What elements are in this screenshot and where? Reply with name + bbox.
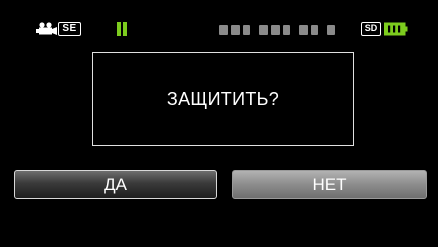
mode-badge: SE [58, 22, 81, 36]
no-button-label: НЕТ [312, 174, 347, 194]
camera-screen: SE SD ЗАЩИТИТЬ? ДА НЕТ [0, 0, 438, 247]
masked-timecode [219, 23, 352, 36]
battery-icon [384, 22, 408, 36]
no-button[interactable]: НЕТ [232, 170, 427, 199]
yes-button-label: ДА [104, 174, 127, 194]
dialog-message: ЗАЩИТИТЬ? [166, 88, 280, 109]
pause-icon [116, 22, 128, 36]
sd-card-badge: SD [361, 22, 381, 36]
status-bar: SE SD [0, 0, 438, 44]
confirm-dialog: ЗАЩИТИТЬ? [92, 52, 354, 146]
video-camera-icon [36, 22, 57, 35]
yes-button[interactable]: ДА [14, 170, 217, 199]
